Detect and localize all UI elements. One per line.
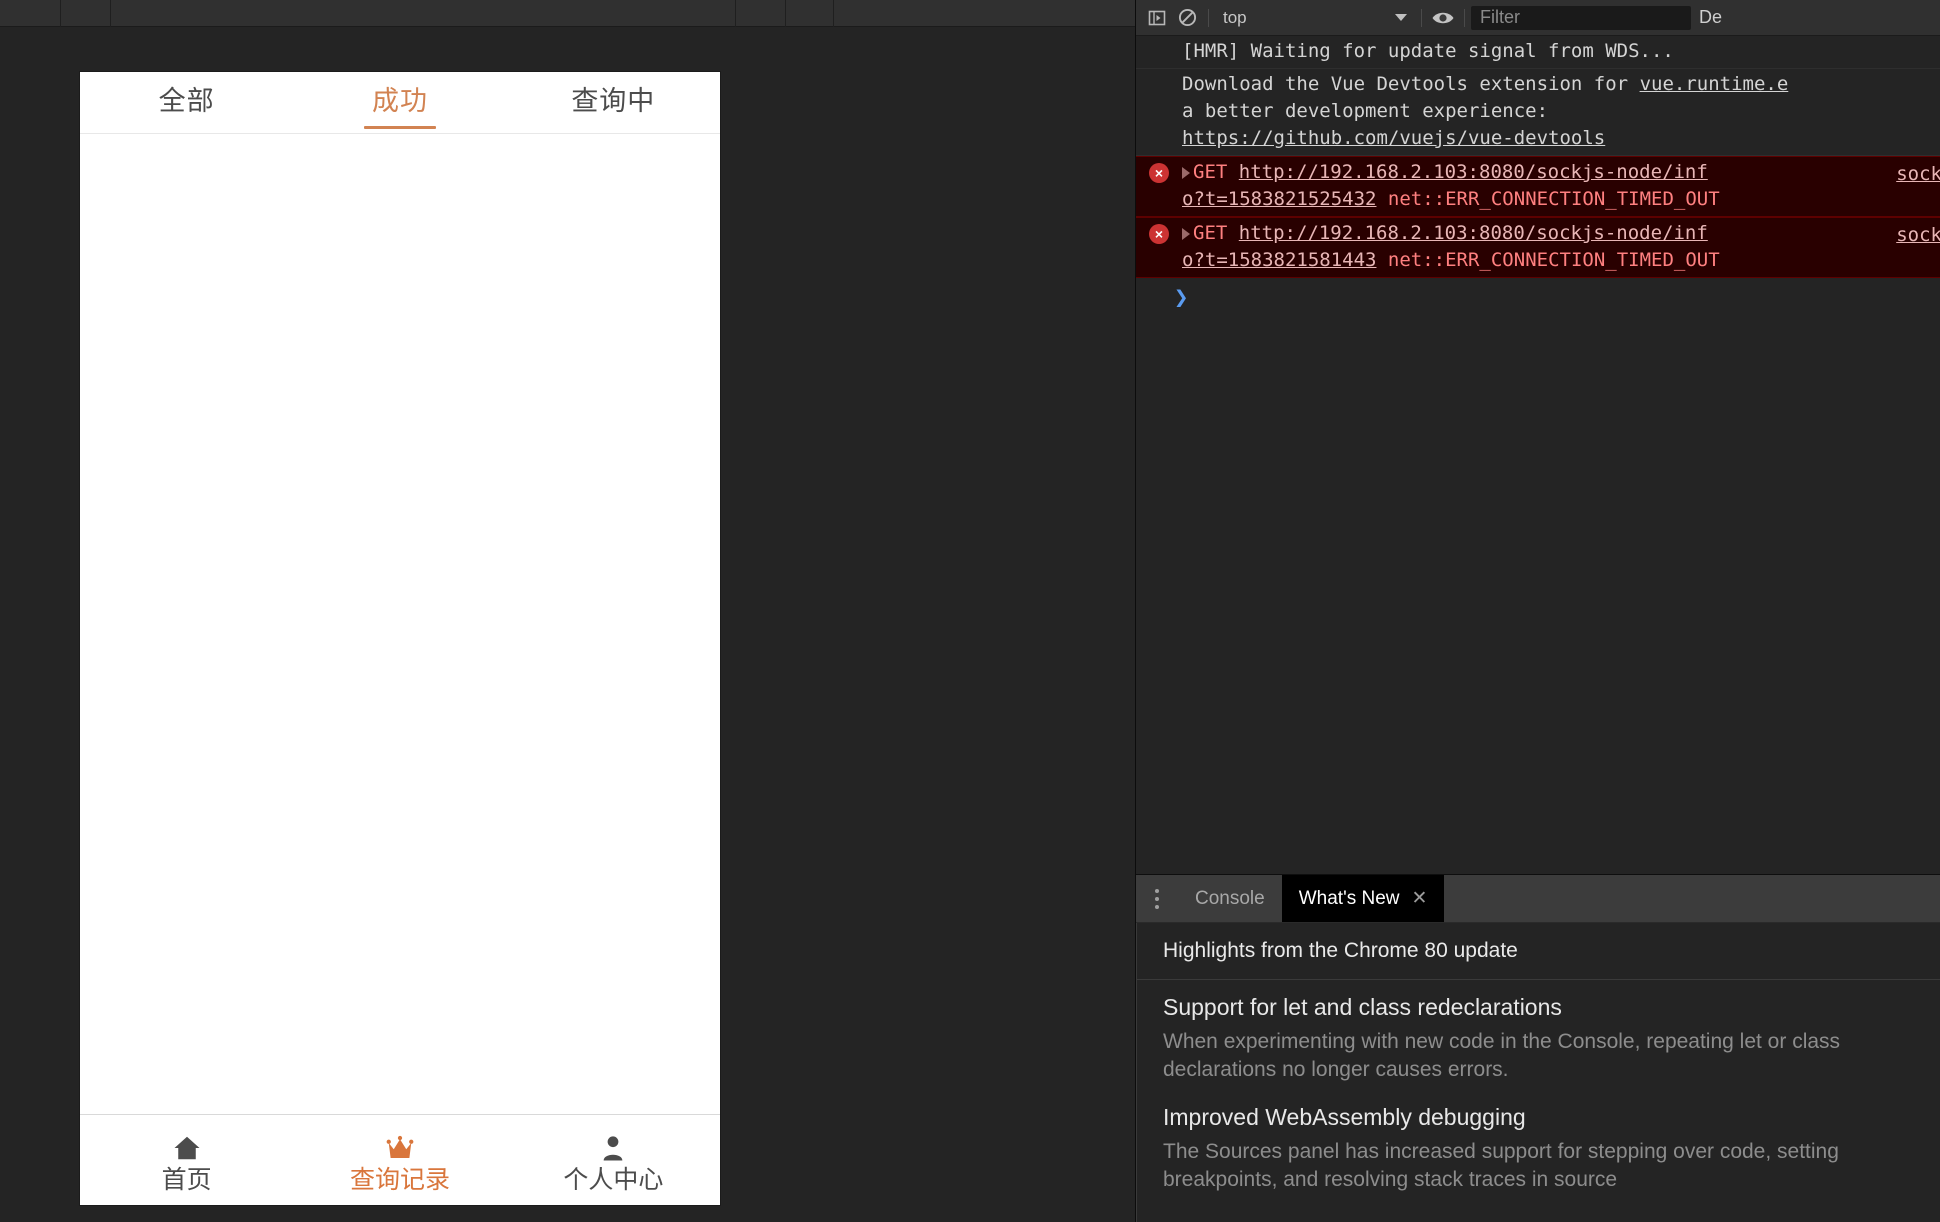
execution-context-select[interactable]: top (1215, 5, 1415, 31)
whats-new-item-body: When experimenting with new code in the … (1163, 1030, 1841, 1081)
console-sidebar-icon[interactable] (1142, 4, 1172, 32)
vue-devtools-text: Download the Vue Devtools extension for (1182, 73, 1640, 95)
error-url-line2[interactable]: o?t=1583821581443 (1182, 249, 1376, 271)
clear-console-icon[interactable] (1172, 4, 1202, 32)
nav-item-home[interactable]: 首页 (80, 1115, 293, 1205)
device-emulation-area: 全部 成功 查询中 首页 查询记录 个人中心 (0, 0, 1135, 1222)
whats-new-item-title: Support for let and class redeclarations (1163, 994, 1562, 1020)
tab-all[interactable]: 全部 (80, 72, 293, 133)
drawer-tab-whats-new-label: What's New (1298, 887, 1400, 909)
app-tab-bar: 全部 成功 查询中 (80, 72, 720, 134)
crown-icon (386, 1135, 414, 1158)
console-error-row[interactable]: × GET http://192.168.2.103:8080/sockjs-n… (1136, 156, 1940, 217)
toolbar-separator (1421, 8, 1422, 27)
error-text: net::ERR_CONNECTION_TIMED_OUT (1387, 188, 1720, 210)
kebab-dot (1155, 904, 1159, 909)
vue-devtools-repo-link[interactable]: https://github.com/vuejs/vue-devtools (1182, 127, 1605, 149)
whats-new-item-title: Improved WebAssembly debugging (1163, 1104, 1526, 1130)
tab-querying-label: 查询中 (571, 86, 656, 117)
vue-devtools-text-line2: a better development experience: (1182, 100, 1549, 122)
drawer-tab-whats-new[interactable]: What's New ✕ (1281, 875, 1445, 922)
toolbar-divider (110, 0, 111, 27)
drawer-tab-console[interactable]: Console (1178, 875, 1282, 922)
toolbar-separator (1208, 8, 1209, 27)
screen-root: 全部 成功 查询中 首页 查询记录 个人中心 top Filter De [HM… (0, 0, 1940, 1222)
nav-item-profile[interactable]: 个人中心 (507, 1115, 720, 1205)
devtools-drawer: Console What's New ✕ Highlights from the… (1136, 874, 1940, 1222)
kebab-dot (1155, 888, 1159, 893)
console-message-hmr[interactable]: [HMR] Waiting for update signal from WDS… (1136, 36, 1940, 69)
whats-new-content[interactable]: Highlights from the Chrome 80 update Sup… (1136, 923, 1940, 1222)
console-error-body: GET http://192.168.2.103:8080/sockjs-nod… (1182, 220, 1940, 274)
console-message-vue-devtools[interactable]: Download the Vue Devtools extension for … (1136, 69, 1940, 156)
console-filter-placeholder: Filter (1480, 7, 1520, 27)
message-gutter (1136, 71, 1182, 75)
expand-triangle-icon[interactable] (1182, 166, 1190, 179)
tab-success-label: 成功 (371, 86, 428, 117)
chevron-down-icon (1395, 14, 1407, 21)
tab-success[interactable]: 成功 (293, 72, 506, 133)
execution-context-value: top (1223, 7, 1247, 27)
toolbar-divider (785, 0, 786, 27)
toolbar-divider (833, 0, 834, 27)
devtools-panel: top Filter De [HMR] Waiting for update s… (1135, 0, 1940, 1222)
error-text: net::ERR_CONNECTION_TIMED_OUT (1387, 249, 1720, 271)
whats-new-item-body: The Sources panel has increased support … (1163, 1140, 1839, 1191)
error-gutter: × (1136, 159, 1182, 183)
kebab-dot (1155, 896, 1159, 901)
error-method: GET (1193, 222, 1228, 244)
toolbar-divider (60, 0, 61, 27)
error-method: GET (1193, 161, 1228, 183)
error-url-line1[interactable]: http://192.168.2.103:8080/sockjs-node/in… (1239, 161, 1708, 183)
console-error-row[interactable]: × GET http://192.168.2.103:8080/sockjs-n… (1136, 217, 1940, 278)
nav-item-profile-label: 个人中心 (563, 1164, 664, 1194)
vue-runtime-source-link[interactable]: vue.runtime.e (1640, 73, 1789, 95)
error-gutter: × (1136, 220, 1182, 244)
console-message-list[interactable]: [HMR] Waiting for update signal from WDS… (1136, 36, 1940, 874)
toolbar-divider (735, 0, 736, 27)
close-icon[interactable]: ✕ (1411, 887, 1427, 910)
nav-item-home-label: 首页 (161, 1164, 212, 1194)
error-url-line2[interactable]: o?t=1583821525432 (1182, 188, 1376, 210)
console-filter-input[interactable]: Filter (1471, 5, 1691, 30)
record-list-empty (80, 134, 720, 1114)
expand-triangle-icon[interactable] (1182, 227, 1190, 240)
console-error-body: GET http://192.168.2.103:8080/sockjs-nod… (1182, 159, 1940, 213)
tab-querying[interactable]: 查询中 (507, 72, 720, 133)
nav-item-query-records-label: 查询记录 (349, 1164, 450, 1194)
message-gutter (1136, 38, 1182, 42)
whats-new-item: Support for let and class redeclarations… (1137, 980, 1940, 1090)
person-icon (603, 1135, 623, 1160)
toolbar-separator (1464, 8, 1465, 27)
more-options-icon[interactable] (1136, 875, 1178, 922)
console-message-text: [HMR] Waiting for update signal from WDS… (1182, 40, 1674, 62)
prompt-chevron-icon: ❯ (1174, 283, 1189, 311)
error-badge-icon: × (1149, 163, 1169, 183)
whats-new-header: Highlights from the Chrome 80 update (1137, 923, 1940, 980)
tab-all-label: 全部 (158, 86, 215, 117)
drawer-tab-bar: Console What's New ✕ (1136, 875, 1940, 923)
whats-new-item: Improved WebAssembly debugging The Sourc… (1137, 1090, 1940, 1200)
home-icon (174, 1136, 200, 1159)
error-badge-icon: × (1149, 224, 1169, 244)
live-expression-icon[interactable] (1428, 4, 1458, 32)
error-source-link[interactable]: sock (1896, 222, 1940, 249)
error-source-link[interactable]: sock (1896, 161, 1940, 188)
error-url-line1[interactable]: http://192.168.2.103:8080/sockjs-node/in… (1239, 222, 1708, 244)
drawer-tab-console-label: Console (1195, 887, 1265, 909)
default-levels-label[interactable]: De (1691, 7, 1730, 28)
console-toolbar: top Filter De (1136, 0, 1940, 36)
console-input-prompt[interactable]: ❯ (1136, 278, 1940, 313)
console-message-body: Download the Vue Devtools extension for … (1182, 71, 1940, 152)
app-bottom-navigation: 首页 查询记录 个人中心 (80, 1114, 720, 1205)
nav-item-query-records[interactable]: 查询记录 (293, 1115, 506, 1205)
device-emulation-toolbar[interactable] (0, 0, 1135, 27)
mobile-device-viewport: 全部 成功 查询中 首页 查询记录 个人中心 (80, 72, 720, 1205)
